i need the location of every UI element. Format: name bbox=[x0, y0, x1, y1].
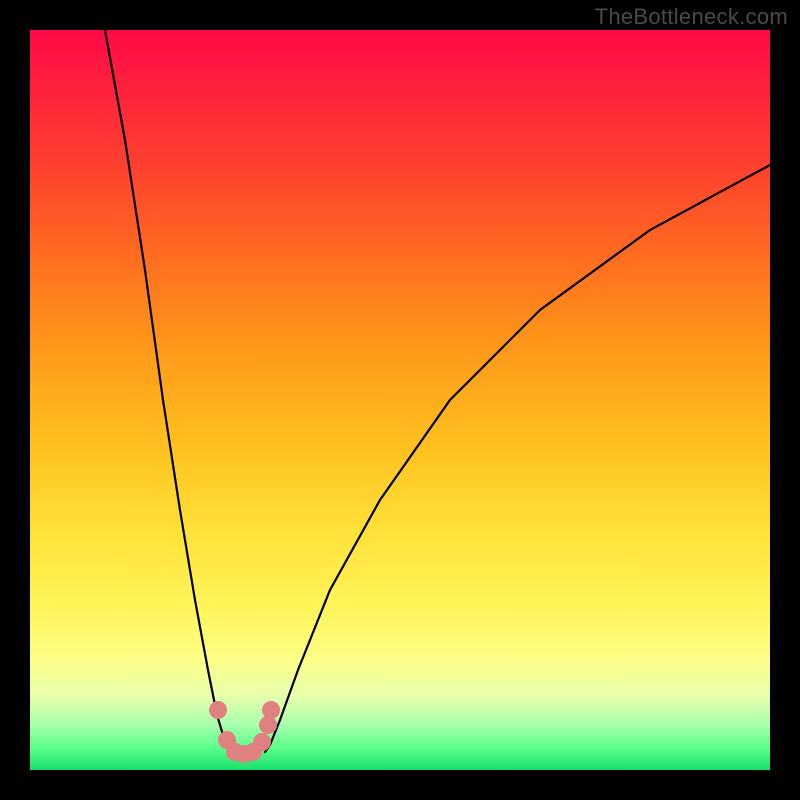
valley-dot bbox=[259, 716, 277, 734]
plot-area bbox=[30, 30, 770, 770]
left-curve bbox=[105, 30, 240, 752]
valley-dot bbox=[253, 733, 271, 751]
chart-frame: TheBottleneck.com bbox=[0, 0, 800, 800]
valley-dot bbox=[209, 701, 227, 719]
valley-dots bbox=[209, 701, 280, 763]
watermark-text: TheBottleneck.com bbox=[595, 4, 788, 30]
valley-dot bbox=[262, 701, 280, 719]
right-curve bbox=[265, 165, 770, 752]
curve-svg bbox=[30, 30, 770, 770]
